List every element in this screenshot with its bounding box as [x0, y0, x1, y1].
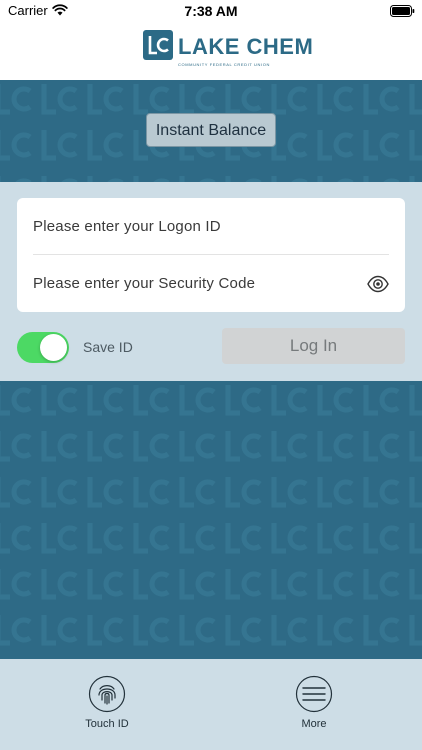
save-id-toggle[interactable]: [17, 332, 69, 363]
field-divider: [33, 254, 389, 255]
log-in-button[interactable]: Log In: [222, 328, 405, 364]
login-panel: Please enter your Logon ID Please enter …: [0, 182, 422, 381]
logon-id-input[interactable]: Please enter your Logon ID: [33, 217, 373, 237]
clock: 7:38 AM: [184, 3, 238, 19]
app-header: LAKE CHEM COMMUNITY FEDERAL CREDIT UNION: [0, 22, 422, 80]
status-bar: Carrier 7:38 AM: [0, 0, 422, 22]
tab-more-label: More: [301, 718, 327, 730]
toggle-knob: [40, 334, 67, 361]
pattern-background-bottom: [0, 381, 422, 659]
brand-name: LAKE CHEM: [178, 34, 314, 59]
battery-icon: [390, 5, 415, 17]
tab-touch-id[interactable]: Touch ID: [67, 675, 147, 735]
fingerprint-icon: [88, 675, 126, 713]
tab-bar: Touch ID More: [0, 659, 422, 750]
eye-icon[interactable]: [367, 275, 389, 293]
brand-tagline: COMMUNITY FEDERAL CREDIT UNION: [178, 62, 270, 67]
security-code-input[interactable]: Please enter your Security Code: [33, 274, 373, 294]
save-id-label: Save ID: [83, 339, 133, 355]
tab-more[interactable]: More: [274, 675, 354, 735]
logo-mark-icon: [143, 30, 173, 60]
login-form-card: Please enter your Logon ID Please enter …: [17, 198, 405, 312]
instant-balance-button[interactable]: Instant Balance: [146, 113, 276, 147]
tab-touch-id-label: Touch ID: [85, 718, 129, 730]
menu-icon: [295, 675, 333, 713]
